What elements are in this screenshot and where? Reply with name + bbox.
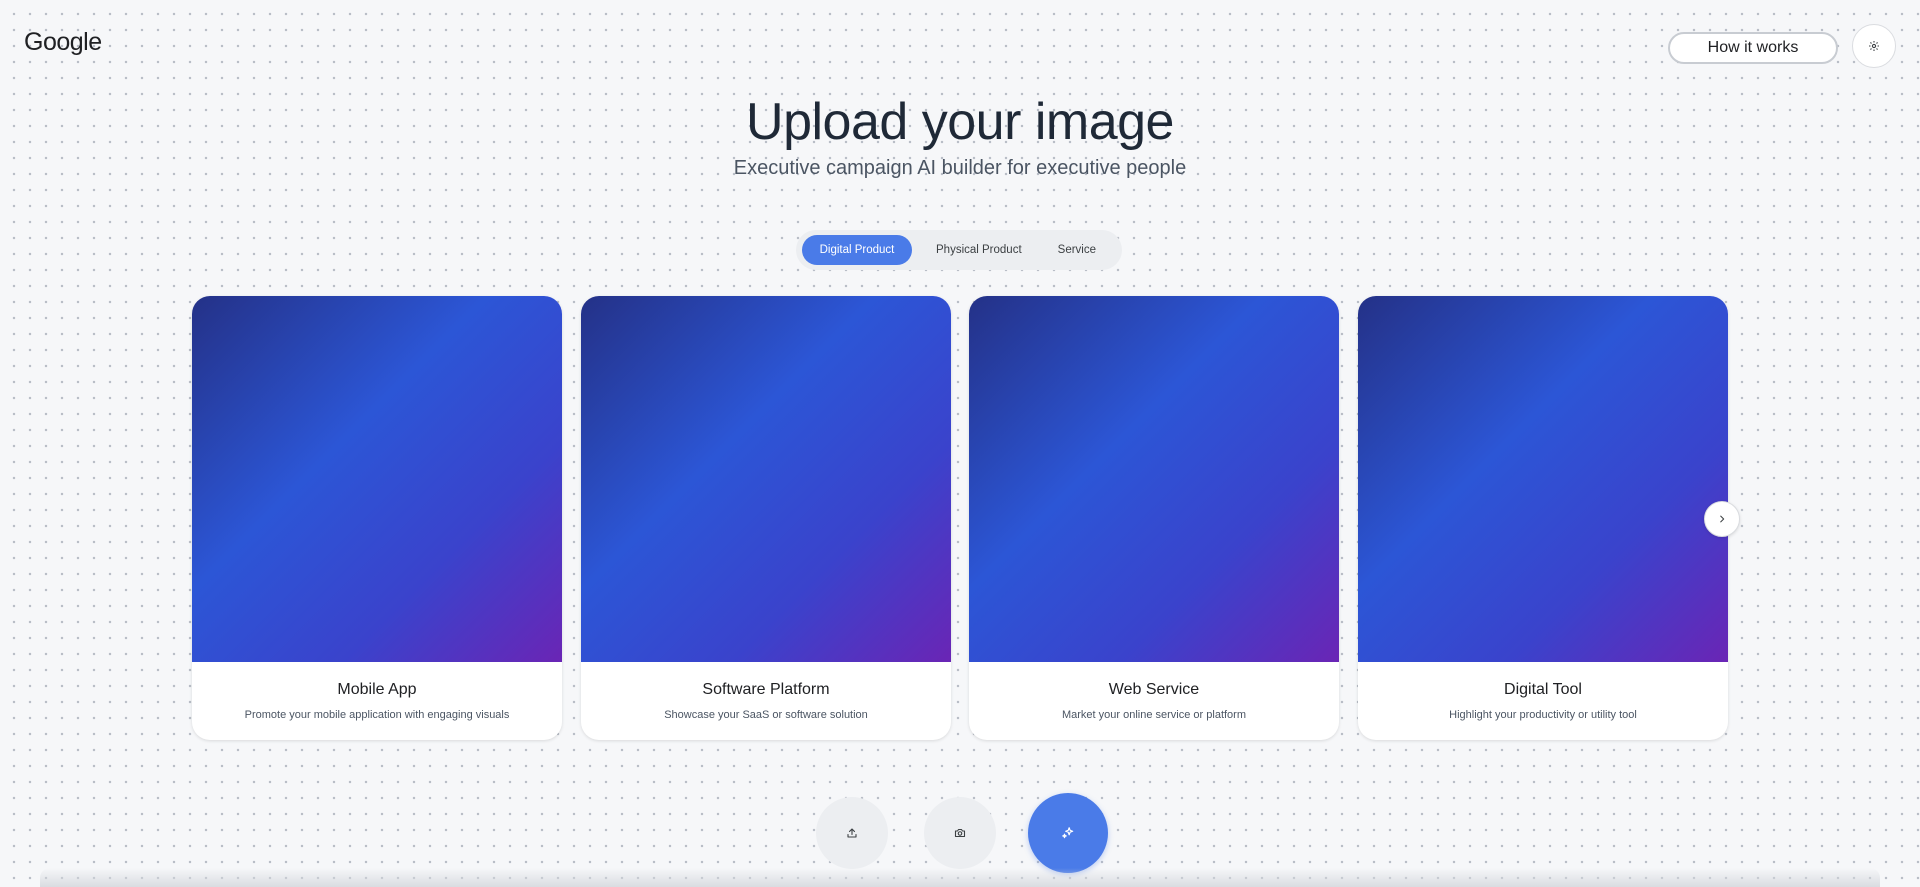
carousel-next-button[interactable] (1704, 501, 1740, 537)
generate-button[interactable] (1028, 793, 1108, 873)
card-description: Showcase your SaaS or software solution (664, 709, 868, 721)
card-image (192, 296, 562, 662)
card-title: Digital Tool (1504, 681, 1582, 698)
card-title: Software Platform (702, 681, 830, 698)
gear-icon (1869, 41, 1879, 51)
settings-button[interactable] (1852, 24, 1896, 68)
card-description: Highlight your productivity or utility t… (1449, 709, 1637, 721)
page-title: Upload your image (746, 93, 1174, 151)
google-logo: Google (24, 28, 102, 56)
card-software-platform[interactable]: Software Platform Showcase your SaaS or … (581, 296, 951, 740)
sparkle-icon (1062, 827, 1074, 839)
card-title: Mobile App (337, 681, 417, 698)
category-tabs: Digital Product Physical Product Service (796, 230, 1122, 270)
camera-button[interactable] (924, 797, 996, 869)
tab-physical-product[interactable]: Physical Product (918, 235, 1040, 265)
camera-icon (954, 828, 966, 838)
upload-button[interactable] (816, 797, 888, 869)
how-it-works-button[interactable]: How it works (1668, 32, 1838, 64)
card-description: Promote your mobile application with eng… (244, 709, 510, 721)
page-subtitle: Executive campaign AI builder for execut… (733, 157, 1187, 179)
card-digital-tool[interactable]: Digital Tool Highlight your productivity… (1358, 296, 1728, 740)
card-image (1358, 296, 1728, 662)
card-image (581, 296, 951, 662)
card-web-service[interactable]: Web Service Market your online service o… (969, 296, 1339, 740)
card-description: Market your online service or platform (1061, 709, 1246, 721)
card-mobile-app[interactable]: Mobile App Promote your mobile applicati… (192, 296, 562, 740)
card-title: Web Service (1108, 681, 1200, 698)
upload-icon (847, 828, 857, 838)
bottom-panel-edge (40, 868, 1880, 887)
card-image (969, 296, 1339, 662)
tab-service[interactable]: Service (1040, 235, 1114, 265)
tab-digital-product[interactable]: Digital Product (802, 235, 912, 265)
chevron-right-icon (1720, 515, 1725, 523)
